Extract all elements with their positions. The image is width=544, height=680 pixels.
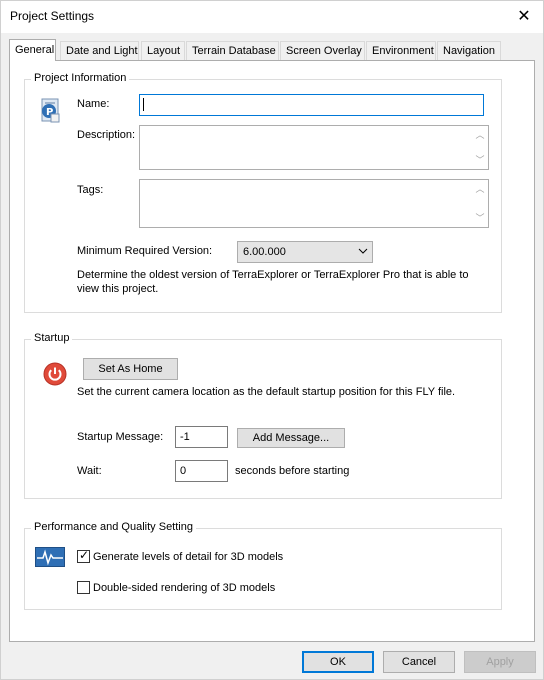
ok-button[interactable]: OK	[302, 651, 374, 673]
generate-lod-checkbox[interactable]: ✓	[77, 548, 90, 563]
checkmark-icon: ✓	[79, 548, 90, 562]
project-information-title: Project Information	[31, 72, 130, 84]
wait-suffix: seconds before starting	[235, 465, 350, 477]
cancel-button[interactable]: Cancel	[383, 651, 455, 673]
performance-group: Performance and Quality Setting ✓ Genera…	[24, 521, 502, 610]
double-sided-label[interactable]: Double-sided rendering of 3D models	[93, 582, 275, 594]
startup-group: Startup Set As Home Set the current came…	[24, 332, 502, 499]
tab-terrain-database[interactable]: Terrain Database	[186, 41, 279, 61]
project-settings-dialog: Project Settings ✕ General Date and Ligh…	[0, 0, 544, 680]
min-version-help: Determine the oldest version of TerraExp…	[77, 269, 469, 295]
tags-label: Tags:	[77, 184, 104, 196]
scroll-down-icon[interactable]: ﹀	[472, 153, 488, 167]
scroll-down-icon[interactable]: ﹀	[472, 211, 488, 225]
performance-title: Performance and Quality Setting	[31, 521, 196, 533]
wait-input[interactable]: 0	[175, 460, 228, 482]
name-label: Name:	[77, 98, 110, 110]
startup-message-label: Startup Message:	[77, 431, 164, 443]
tab-environment[interactable]: Environment	[366, 41, 436, 61]
tab-layout[interactable]: Layout	[141, 41, 185, 61]
tab-screen-overlay[interactable]: Screen Overlay	[280, 41, 365, 61]
tab-date-and-light[interactable]: Date and Light	[60, 41, 139, 61]
startup-title: Startup	[31, 332, 73, 344]
name-input[interactable]	[139, 94, 484, 116]
startup-message-input[interactable]: -1	[175, 426, 228, 448]
wait-label: Wait:	[77, 465, 102, 477]
power-icon	[43, 362, 67, 386]
tab-navigation[interactable]: Navigation	[437, 41, 501, 61]
project-file-icon: P	[39, 98, 61, 124]
general-tab-panel: Project Information P Name: Description:	[9, 60, 535, 642]
apply-button[interactable]: Apply	[464, 651, 536, 673]
window-title: Project Settings	[10, 9, 95, 23]
title-bar[interactable]: Project Settings ✕	[1, 1, 543, 33]
description-textarea[interactable]: ︿ ﹀	[139, 125, 489, 170]
generate-lod-label[interactable]: Generate levels of detail for 3D models	[93, 551, 283, 563]
scroll-up-icon[interactable]: ︿	[472, 128, 488, 142]
scroll-up-icon[interactable]: ︿	[472, 182, 488, 196]
tags-textarea[interactable]: ︿ ﹀	[139, 179, 489, 228]
add-message-button[interactable]: Add Message...	[237, 428, 345, 448]
tags-scrollbar[interactable]: ︿ ﹀	[472, 180, 488, 227]
tab-general[interactable]: General	[9, 39, 56, 61]
performance-icon	[35, 547, 65, 567]
close-icon[interactable]: ✕	[509, 5, 539, 29]
description-scrollbar[interactable]: ︿ ﹀	[472, 126, 488, 169]
project-information-group: Project Information P Name: Description:	[24, 72, 502, 313]
text-caret	[143, 98, 144, 111]
set-as-home-button[interactable]: Set As Home	[83, 358, 178, 380]
double-sided-checkbox[interactable]	[77, 581, 90, 594]
min-version-value: 6.00.000	[243, 246, 286, 258]
min-version-select[interactable]: 6.00.000	[237, 241, 373, 263]
min-version-label: Minimum Required Version:	[77, 245, 213, 257]
description-label: Description:	[77, 129, 136, 141]
chevron-down-icon	[358, 243, 368, 265]
set-home-help: Set the current camera location as the d…	[77, 386, 456, 398]
